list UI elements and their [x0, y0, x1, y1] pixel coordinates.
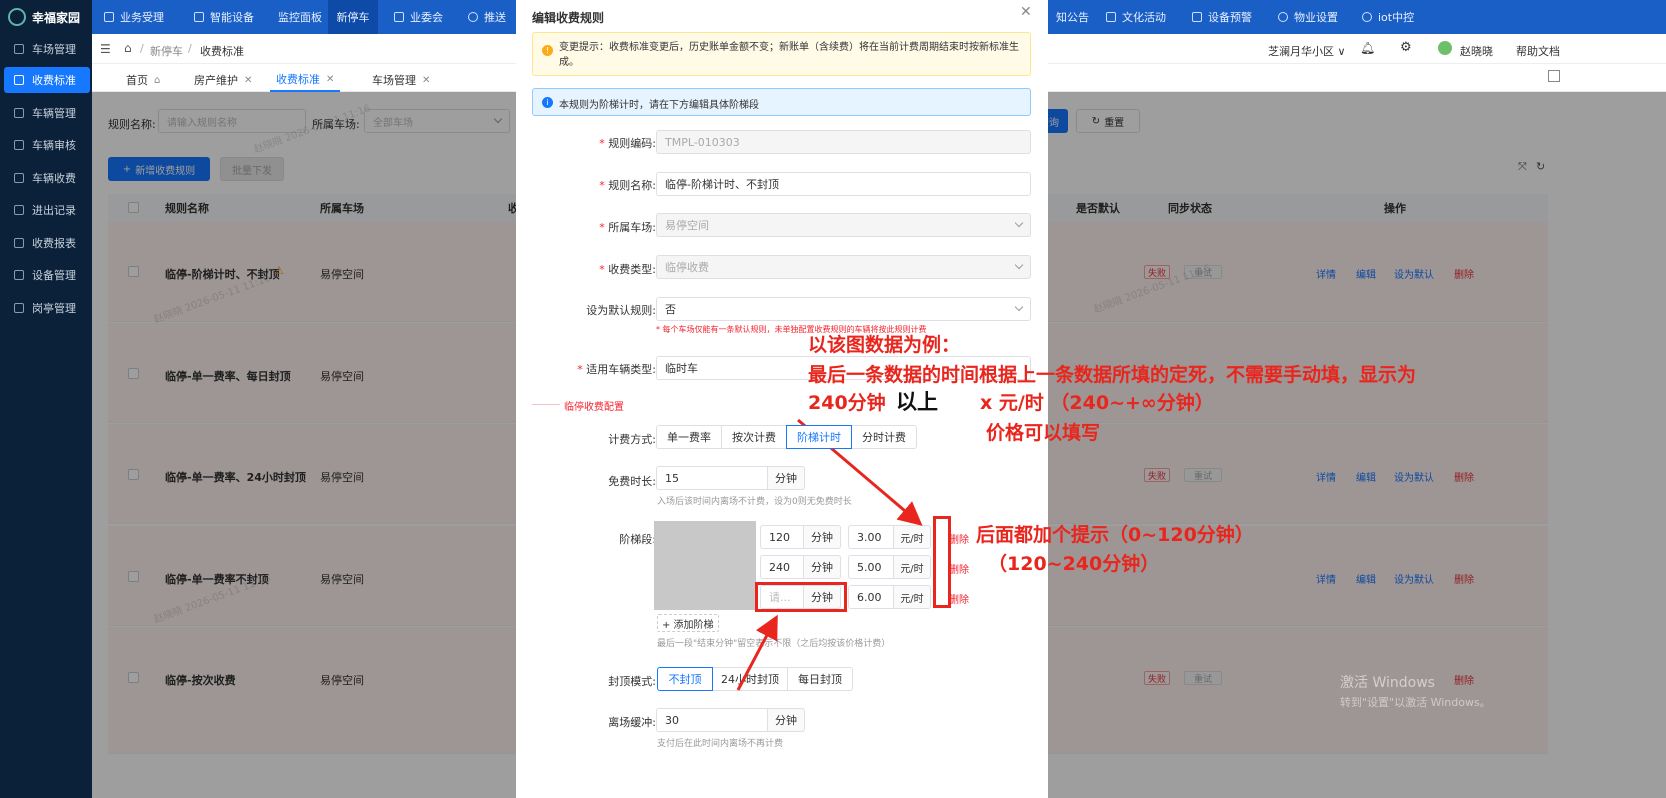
annotation-arrow — [736, 614, 778, 691]
option-label: 阶梯计时 — [797, 431, 841, 444]
option-label: 不封顶 — [668, 673, 702, 686]
billing-option-tiered[interactable]: 阶梯计时 — [786, 425, 852, 449]
cap-option-no-cap[interactable]: 不封顶 — [657, 667, 713, 691]
annotation-arrows — [736, 418, 923, 691]
